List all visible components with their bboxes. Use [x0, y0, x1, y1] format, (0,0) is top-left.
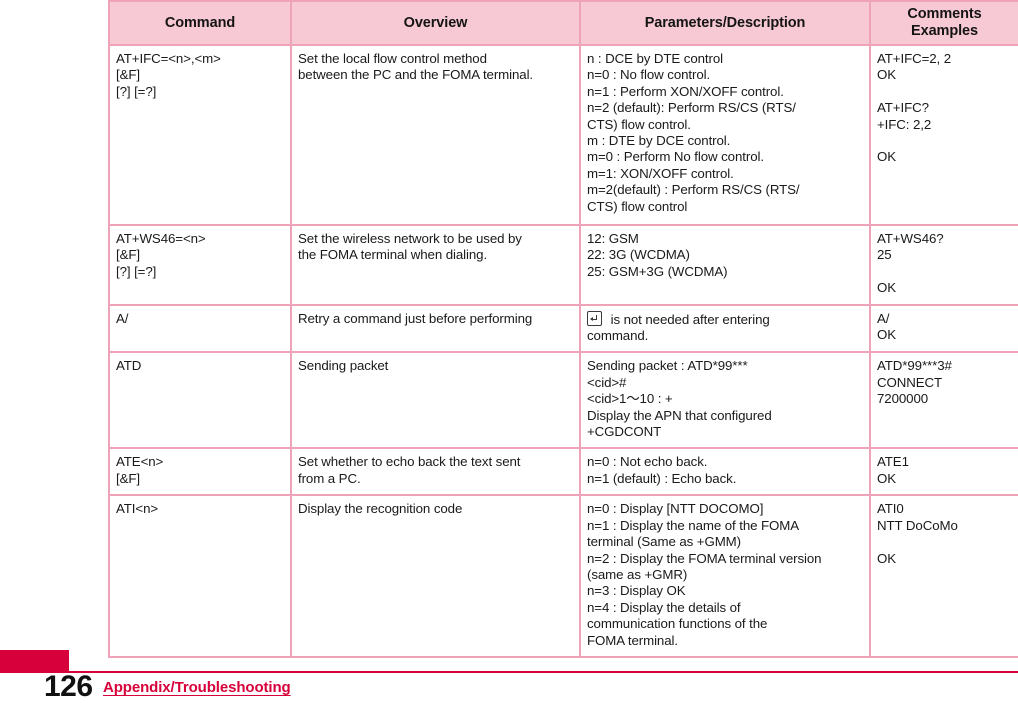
cell-parameters: n=0 : Display [NTT DOCOMO] n=1 : Display… — [579, 494, 871, 658]
enter-key-icon — [587, 310, 602, 326]
cell-parameters: Sending packet : ATD*99*** <cid># <cid>1… — [579, 351, 871, 450]
table-row: ATI<n> Display the recognition code n=0 … — [108, 494, 1018, 658]
cell-overview: Set the wireless network to be used by t… — [290, 224, 581, 306]
column-header-overview: Overview — [290, 0, 581, 46]
cell-overview: Set the local flow control method betwee… — [290, 44, 581, 226]
cell-command: AT+WS46=<n> [&F] [?] [=?] — [108, 224, 292, 306]
page-number: 126 — [44, 670, 93, 703]
column-header-comments: Comments Examples — [869, 0, 1018, 46]
column-header-command: Command — [108, 0, 292, 46]
footer-rule — [0, 671, 1018, 673]
parameters-line-1: is not needed after entering — [587, 310, 863, 328]
cell-parameters: n=0 : Not echo back. n=1 (default) : Ech… — [579, 447, 871, 497]
table-row: AT+IFC=<n>,<m> [&F] [?] [=?] Set the loc… — [108, 44, 1018, 226]
cell-command: ATE<n> [&F] — [108, 447, 292, 497]
cell-comments: AT+WS46? 25 OK — [869, 224, 1018, 306]
cell-overview: Set whether to echo back the text sent f… — [290, 447, 581, 497]
parameters-line-1-text: is not needed after entering — [607, 311, 770, 327]
table-row: AT+WS46=<n> [&F] [?] [=?] Set the wirele… — [108, 224, 1018, 306]
table-header: Command Overview Parameters/Description … — [108, 0, 1018, 46]
at-command-table: Command Overview Parameters/Description … — [108, 0, 1018, 658]
page-root: Command Overview Parameters/Description … — [0, 0, 1018, 703]
table-row: A/ Retry a command just before performin… — [108, 303, 1018, 354]
cell-parameters: 12: GSM 22: 3G (WCDMA) 25: GSM+3G (WCDMA… — [579, 224, 871, 306]
cell-overview: Retry a command just before performing — [290, 303, 581, 354]
parameters-line-2: command. — [587, 328, 649, 344]
cell-command: AT+IFC=<n>,<m> [&F] [?] [=?] — [108, 44, 292, 226]
cell-comments: A/ OK — [869, 303, 1018, 354]
cell-command: A/ — [108, 303, 292, 354]
cell-parameters: is not needed after entering command. — [579, 303, 871, 354]
footer-accent-bar — [0, 650, 69, 671]
cell-comments: ATE1 OK — [869, 447, 1018, 497]
table-row: ATE<n> [&F] Set whether to echo back the… — [108, 447, 1018, 497]
cell-comments: AT+IFC=2, 2 OK AT+IFC? +IFC: 2,2 OK — [869, 44, 1018, 226]
column-header-parameters: Parameters/Description — [579, 0, 871, 46]
table-body: AT+IFC=<n>,<m> [&F] [?] [=?] Set the loc… — [108, 44, 1018, 658]
cell-parameters: n : DCE by DTE control n=0 : No flow con… — [579, 44, 871, 226]
cell-command: ATD — [108, 351, 292, 450]
cell-overview: Display the recognition code — [290, 494, 581, 658]
cell-command: ATI<n> — [108, 494, 292, 658]
cell-overview: Sending packet — [290, 351, 581, 450]
cell-comments: ATI0 NTT DoCoMo OK — [869, 494, 1018, 658]
section-title: Appendix/Troubleshooting — [103, 679, 291, 696]
table-row: ATD Sending packet Sending packet : ATD*… — [108, 351, 1018, 450]
cell-comments: ATD*99***3# CONNECT 7200000 — [869, 351, 1018, 450]
page-footer: 126 Appendix/Troubleshooting — [0, 650, 1018, 703]
table-header-row: Command Overview Parameters/Description … — [108, 0, 1018, 46]
